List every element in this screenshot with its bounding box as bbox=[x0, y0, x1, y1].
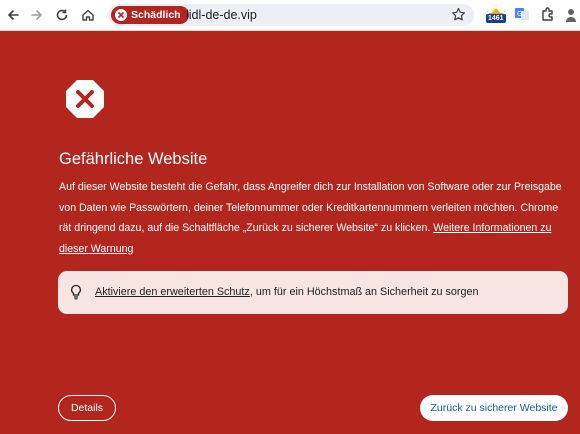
url-text[interactable]: lidl-de-de.vip bbox=[186, 8, 257, 22]
tip-text: Aktiviere den erweiterten Schutz, um für… bbox=[95, 286, 478, 298]
reload-icon[interactable] bbox=[52, 5, 72, 25]
page-title: Gefährliche Website bbox=[59, 150, 208, 168]
enhanced-protection-tip: Aktiviere den erweiterten Schutz, um für… bbox=[58, 271, 568, 314]
back-arrow-icon[interactable] bbox=[3, 5, 23, 25]
address-bar[interactable]: Schädlich lidl-de-de.vip bbox=[108, 4, 474, 26]
security-chip[interactable]: Schädlich bbox=[111, 6, 189, 24]
browser-toolbar: Schädlich lidl-de-de.vip 1461 G bbox=[0, 0, 580, 31]
warning-description: Auf dieser Website besteht die Gefahr, d… bbox=[59, 177, 564, 259]
svg-text:G: G bbox=[517, 10, 522, 18]
extension-badge: 1461 bbox=[486, 14, 506, 23]
profile-icon[interactable] bbox=[565, 7, 577, 28]
translate-icon[interactable]: G bbox=[514, 6, 530, 27]
danger-x-icon bbox=[115, 9, 127, 21]
puzzle-icon[interactable] bbox=[540, 6, 556, 27]
home-icon[interactable] bbox=[78, 5, 98, 25]
back-to-safety-button[interactable]: Zurück zu sicherer Website bbox=[420, 395, 568, 421]
enhanced-protection-link[interactable]: Aktiviere den erweiterten Schutz bbox=[95, 286, 250, 298]
star-icon[interactable] bbox=[451, 7, 466, 27]
warning-shield-icon bbox=[64, 78, 106, 120]
details-button[interactable]: Details bbox=[58, 395, 116, 421]
forward-arrow-icon[interactable] bbox=[27, 5, 47, 25]
tip-rest: , um für ein Höchstmaß an Sicherheit zu … bbox=[249, 286, 479, 298]
security-chip-label: Schädlich bbox=[131, 9, 181, 21]
lightbulb-icon bbox=[70, 284, 82, 305]
